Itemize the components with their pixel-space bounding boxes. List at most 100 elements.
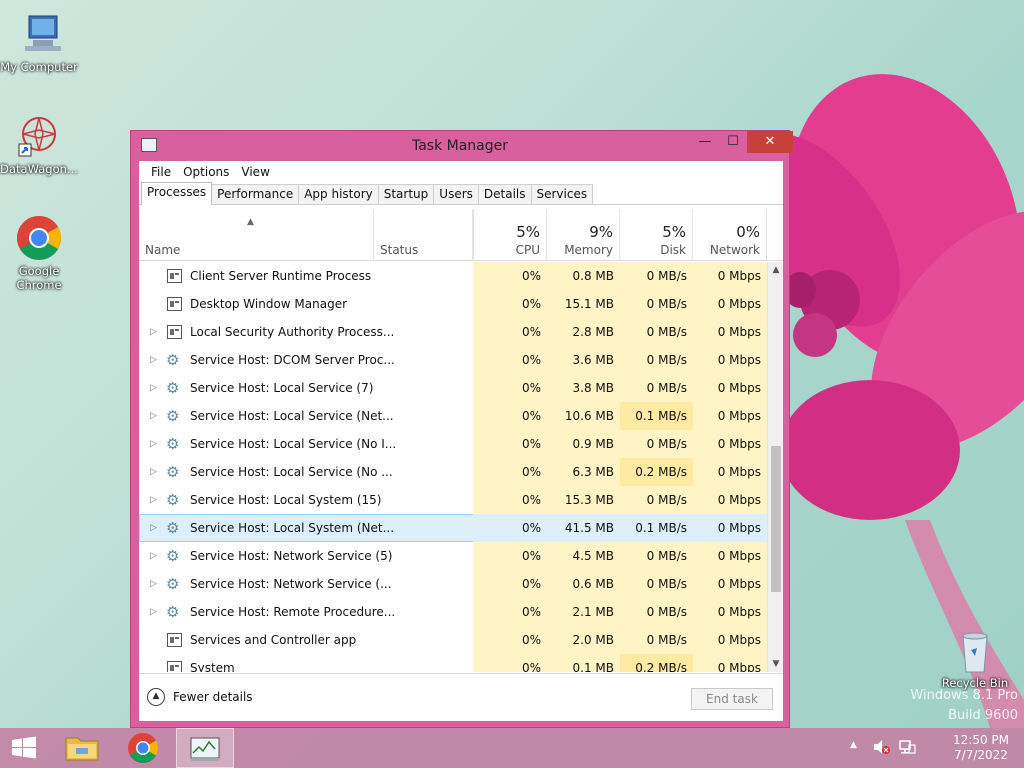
start-button[interactable] xyxy=(0,728,48,768)
memory-cell: 6.3 MB xyxy=(547,458,620,486)
expand-arrow-icon[interactable]: ▷ xyxy=(150,346,160,374)
expand-arrow-icon[interactable]: ▷ xyxy=(150,402,160,430)
table-row[interactable]: ▷ Local Security Authority Process... 0% 2.… xyxy=(139,318,767,346)
memory-cell: 2.0 MB xyxy=(547,626,620,654)
column-header-cpu[interactable]: 5% CPU xyxy=(473,209,547,261)
column-header-status[interactable]: Status xyxy=(373,209,473,261)
process-name: Services and Controller app xyxy=(190,633,357,647)
tab-users[interactable]: Users xyxy=(433,184,479,204)
scroll-up-arrow-icon[interactable]: ▲ xyxy=(768,262,784,278)
column-header-network[interactable]: 0% Network xyxy=(693,209,767,261)
expand-arrow-icon[interactable]: ▷ xyxy=(150,458,160,486)
cpu-cell: 0% xyxy=(473,458,547,486)
cpu-cell: 0% xyxy=(473,654,547,672)
expand-arrow-icon[interactable]: ▷ xyxy=(150,514,160,542)
process-name: Service Host: Local System (15) xyxy=(190,493,382,507)
table-row[interactable]: ▷ ⚙ Service Host: DCOM Server Proc... 0% 3.6… xyxy=(139,346,767,374)
clock-date: 7/7/2022 xyxy=(954,748,1008,762)
process-name-cell: Client Server Runtime Process xyxy=(139,262,473,290)
network-icon[interactable] xyxy=(898,738,916,768)
disk-cell: 0 MB/s xyxy=(620,542,693,570)
desktop-icon-recycle-bin[interactable]: Recycle Bin xyxy=(936,630,1014,690)
task-manager-window[interactable]: Task Manager — ☐ ✕ File Options View Pro… xyxy=(130,130,793,728)
network-cell: 0 Mbps xyxy=(693,598,767,626)
disk-cell: 0 MB/s xyxy=(620,486,693,514)
close-button[interactable]: ✕ xyxy=(747,131,793,153)
table-row[interactable]: ▷ ⚙ Service Host: Local Service (No I... 0%… xyxy=(139,430,767,458)
gear-icon: ⚙ xyxy=(166,407,180,425)
table-row[interactable]: ▷ ⚙ Service Host: Remote Procedure... 0% 2.1… xyxy=(139,598,767,626)
expand-arrow-icon[interactable]: ▷ xyxy=(150,374,160,402)
table-row[interactable]: Client Server Runtime Process 0% 0.8 MB 0 M… xyxy=(139,262,767,290)
scroll-down-arrow-icon[interactable]: ▼ xyxy=(768,656,784,672)
process-name-cell: ▷ ⚙ Service Host: Local System (15) xyxy=(139,486,473,514)
gear-icon: ⚙ xyxy=(166,575,180,593)
cpu-cell: 0% xyxy=(473,570,547,598)
menu-options[interactable]: Options xyxy=(177,165,235,179)
table-row[interactable]: ▷ ⚙ Service Host: Local Service (Net... 0% 1… xyxy=(139,402,767,430)
taskbar-task-manager[interactable] xyxy=(176,728,234,768)
expand-arrow-icon[interactable]: ▷ xyxy=(150,318,160,346)
tab-services[interactable]: Services xyxy=(530,184,594,204)
tab-details[interactable]: Details xyxy=(477,184,532,204)
tab-app-history[interactable]: App history xyxy=(298,184,379,204)
cpu-cell: 0% xyxy=(473,514,547,542)
process-name-cell: ▷ ⚙ Service Host: Remote Procedure... xyxy=(139,598,473,626)
process-name-cell: System xyxy=(139,654,473,672)
tab-performance[interactable]: Performance xyxy=(211,184,300,204)
taskbar: ▲ 12:50 PM 7/7/2022 xyxy=(0,728,1024,768)
cpu-cell: 0% xyxy=(473,318,547,346)
minimize-button[interactable]: — xyxy=(691,131,719,153)
table-row[interactable]: Desktop Window Manager 0% 15.1 MB 0 MB/s 0 M… xyxy=(139,290,767,318)
table-row[interactable]: ▷ ⚙ Service Host: Local Service (No ... 0% 6… xyxy=(139,458,767,486)
cpu-cell: 0% xyxy=(473,262,547,290)
maximize-button[interactable]: ☐ xyxy=(719,131,747,153)
cpu-cell: 0% xyxy=(473,486,547,514)
taskbar-file-explorer[interactable] xyxy=(54,728,110,768)
table-row[interactable]: ▷ ⚙ Service Host: Local System (Net... 0% 41… xyxy=(139,514,767,542)
table-row[interactable]: ▷ ⚙ Service Host: Local Service (7) 0% 3.8 M… xyxy=(139,374,767,402)
table-row[interactable]: ▷ ⚙ Service Host: Network Service (... 0% 0.… xyxy=(139,570,767,598)
table-row[interactable]: ▷ ⚙ Service Host: Local System (15) 0% 15.3 … xyxy=(139,486,767,514)
expand-arrow-icon[interactable]: ▷ xyxy=(150,486,160,514)
desktop-icon-label: Google Chrome xyxy=(16,264,62,292)
taskbar-clock[interactable]: 12:50 PM 7/7/2022 xyxy=(944,733,1018,763)
column-header-row: ▲ Name Status 5% CPU 9% Memory 5% Disk 0… xyxy=(139,209,783,261)
vertical-scrollbar[interactable]: ▲ ▼ xyxy=(767,262,783,672)
title-bar[interactable]: Task Manager — ☐ ✕ xyxy=(131,131,793,161)
volume-muted-icon[interactable] xyxy=(872,738,890,768)
fewer-details-button[interactable]: ▲ Fewer details xyxy=(147,688,253,706)
sort-ascending-icon: ▲ xyxy=(247,217,254,227)
column-header-disk[interactable]: 5% Disk xyxy=(620,209,693,261)
disk-cell: 0 MB/s xyxy=(620,430,693,458)
process-name: Service Host: Local Service (7) xyxy=(190,381,374,395)
disk-cell: 0 MB/s xyxy=(620,626,693,654)
process-name: Service Host: Local Service (No I... xyxy=(190,437,397,451)
expand-arrow-icon[interactable]: ▷ xyxy=(150,570,160,598)
memory-cell: 0.1 MB xyxy=(547,654,620,672)
column-header-memory[interactable]: 9% Memory xyxy=(547,209,620,261)
desktop-icon-datawagon[interactable]: DataWagon... xyxy=(0,112,78,176)
desktop-icon-google-chrome[interactable]: Google Chrome xyxy=(0,214,78,292)
process-name-cell: ▷ ⚙ Service Host: Local Service (Net... xyxy=(139,402,473,430)
desktop-icon-my-computer[interactable]: My Computer xyxy=(0,10,78,74)
cpu-cell: 0% xyxy=(473,542,547,570)
tab-startup[interactable]: Startup xyxy=(377,184,435,204)
table-row[interactable]: ▷ ⚙ Service Host: Network Service (5) 0% 4.5… xyxy=(139,542,767,570)
expand-arrow-icon[interactable]: ▷ xyxy=(150,598,160,626)
scrollbar-thumb[interactable] xyxy=(771,446,781,592)
taskbar-chrome[interactable] xyxy=(115,728,171,768)
cpu-cell: 0% xyxy=(473,346,547,374)
tab-processes[interactable]: Processes xyxy=(141,182,213,205)
column-header-name[interactable]: ▲ Name xyxy=(139,209,373,261)
table-row[interactable]: System 0% 0.1 MB 0.2 MB/s 0 Mbps xyxy=(139,654,767,672)
end-task-button[interactable]: End task xyxy=(691,688,773,710)
menu-file[interactable]: File xyxy=(145,165,177,179)
watermark-edition: Windows 8.1 Pro xyxy=(910,688,1018,703)
expand-arrow-icon[interactable]: ▷ xyxy=(150,430,160,458)
table-row[interactable]: Services and Controller app 0% 2.0 MB 0 MB/… xyxy=(139,626,767,654)
tray-show-hidden-icon[interactable]: ▲ xyxy=(850,740,857,768)
expand-arrow-icon[interactable]: ▷ xyxy=(150,542,160,570)
windows-logo-icon xyxy=(12,736,36,759)
menu-view[interactable]: View xyxy=(235,165,275,179)
